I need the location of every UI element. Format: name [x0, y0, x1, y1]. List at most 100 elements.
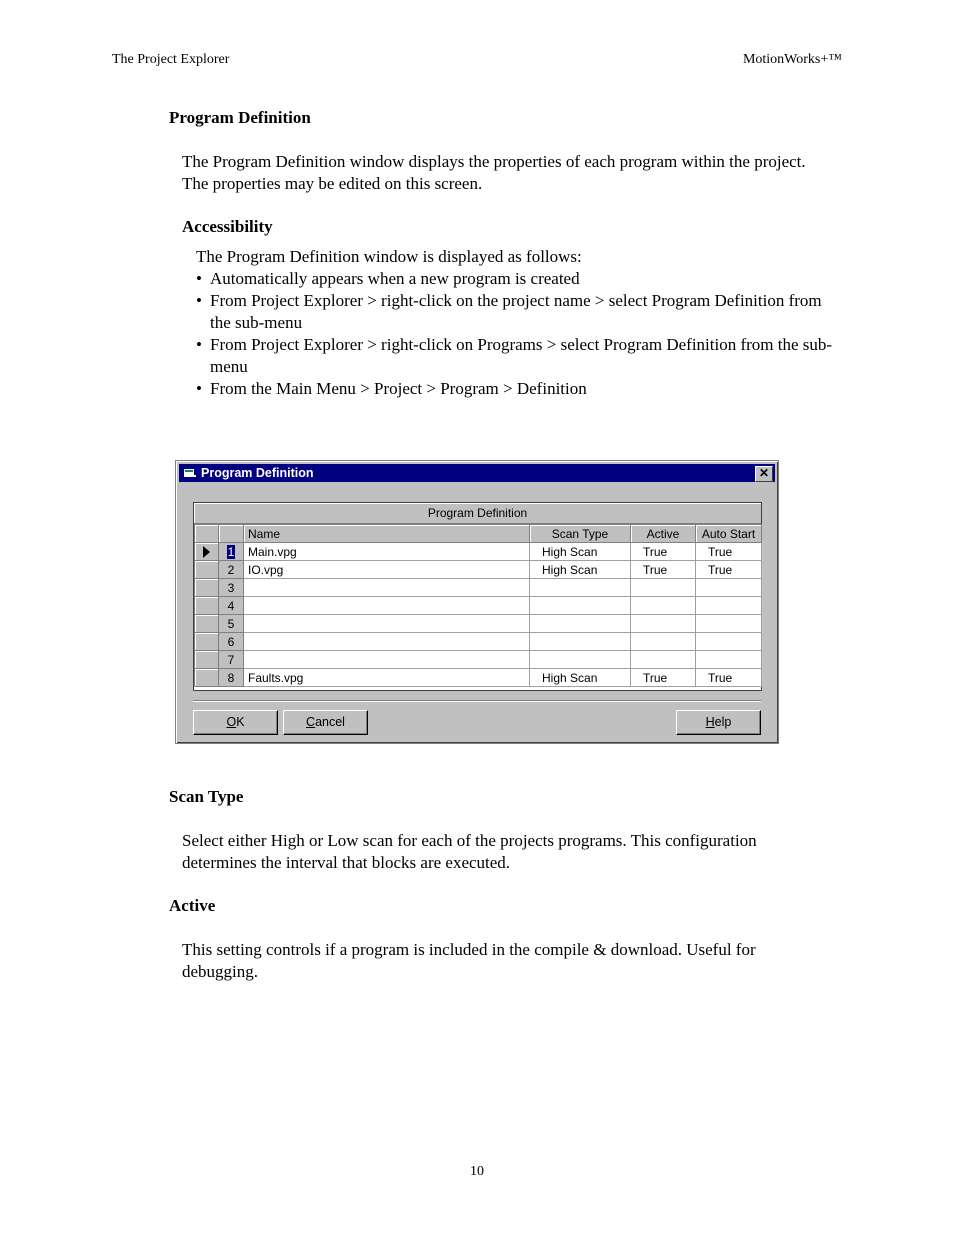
cell-active[interactable]	[630, 614, 696, 633]
cell-scan-type-text: High Scan	[542, 562, 598, 577]
row-number-text: 2	[227, 562, 235, 577]
cell-scan-type[interactable]	[529, 578, 631, 597]
row-number-text: 5	[227, 616, 235, 631]
cell-name[interactable]: IO.vpg	[243, 560, 530, 579]
cell-name[interactable]	[243, 596, 530, 615]
row-number[interactable]: 8	[218, 668, 244, 687]
row-number[interactable]: 6	[218, 632, 244, 651]
dialog-title: Program Definition	[201, 466, 314, 480]
column-header-name[interactable]: Name	[243, 524, 530, 543]
list-item: Automatically appears when a new program…	[196, 268, 846, 290]
cell-scan-type[interactable]	[529, 650, 631, 669]
cell-auto-start-text: True	[708, 562, 733, 577]
cell-active[interactable]: True	[630, 542, 696, 561]
cell-name[interactable]: Main.vpg	[243, 542, 530, 561]
cell-name[interactable]	[243, 632, 530, 651]
cancel-mnemonic: C	[306, 715, 316, 729]
cell-scan-type[interactable]	[529, 632, 631, 651]
row-number[interactable]: 1	[218, 542, 244, 561]
row-number[interactable]: 2	[218, 560, 244, 579]
row-selector[interactable]	[194, 614, 219, 633]
cell-auto-start[interactable]	[695, 632, 762, 651]
column-header-auto-start[interactable]: Auto Start	[695, 524, 762, 543]
cell-active[interactable]	[630, 650, 696, 669]
cell-name-text: IO.vpg	[248, 562, 284, 577]
column-header-scan-type[interactable]: Scan Type	[529, 524, 631, 543]
close-button[interactable]: ✕	[755, 466, 773, 482]
table-row[interactable]: 3	[194, 578, 762, 597]
cell-active[interactable]	[630, 596, 696, 615]
cell-auto-start[interactable]	[695, 596, 762, 615]
program-definition-dialog: Program Definition ✕ Program Definition …	[175, 460, 779, 744]
table-header-row: Name Scan Type Active Auto Start	[194, 524, 762, 543]
cell-name[interactable]: Faults.vpg	[243, 668, 530, 687]
row-number[interactable]: 4	[218, 596, 244, 615]
table-row[interactable]: 4	[194, 596, 762, 615]
window-icon	[184, 469, 196, 477]
row-selector[interactable]	[194, 596, 219, 615]
row-selector[interactable]	[194, 632, 219, 651]
cell-name[interactable]	[243, 614, 530, 633]
cell-auto-start[interactable]: True	[695, 668, 762, 687]
row-selector[interactable]	[194, 578, 219, 597]
cell-auto-start[interactable]: True	[695, 560, 762, 579]
cell-scan-type-text: High Scan	[542, 670, 598, 685]
accessibility-intro: The Program Definition window is display…	[196, 247, 582, 266]
page-number: 10	[470, 1164, 484, 1179]
intro-paragraph: The Program Definition window displays t…	[182, 152, 806, 193]
active-paragraph: This setting controls if a program is in…	[182, 940, 756, 981]
cell-name[interactable]	[243, 578, 530, 597]
cell-active[interactable]	[630, 632, 696, 651]
header-selector	[194, 524, 219, 543]
scan-type-paragraph: Select either High or Low scan for each …	[182, 831, 757, 872]
table-row[interactable]: 6	[194, 632, 762, 651]
cancel-button[interactable]: Cancel	[283, 710, 368, 735]
row-number-text: 3	[227, 580, 235, 595]
row-number-text: 6	[227, 634, 235, 649]
column-header-active[interactable]: Active	[630, 524, 696, 543]
running-header-left: The Project Explorer	[112, 52, 230, 67]
cell-scan-type[interactable]	[529, 614, 631, 633]
cell-active[interactable]	[630, 578, 696, 597]
row-number[interactable]: 7	[218, 650, 244, 669]
cell-active[interactable]: True	[630, 560, 696, 579]
cell-scan-type[interactable]	[529, 596, 631, 615]
table-row[interactable]: 7	[194, 650, 762, 669]
cell-auto-start[interactable]: True	[695, 542, 762, 561]
row-number[interactable]: 5	[218, 614, 244, 633]
row-selector[interactable]	[194, 560, 219, 579]
accessibility-list: Automatically appears when a new program…	[196, 268, 846, 400]
scan-type-title: Scan Type	[169, 787, 244, 806]
table-row[interactable]: 2 IO.vpg High Scan True True	[194, 560, 762, 579]
program-table: Name Scan Type Active Auto Start 1 Main.v…	[194, 524, 762, 687]
ok-button[interactable]: OK	[193, 710, 278, 735]
section-title: Program Definition	[169, 108, 311, 127]
cell-auto-start[interactable]	[695, 614, 762, 633]
cell-active-text: True	[643, 670, 668, 685]
cell-scan-type[interactable]: High Scan	[529, 542, 631, 561]
cell-scan-type[interactable]: High Scan	[529, 668, 631, 687]
header-row-number	[218, 524, 244, 543]
ok-mnemonic: O	[226, 715, 237, 729]
row-selector[interactable]	[194, 668, 219, 687]
table-row[interactable]: 8 Faults.vpg High Scan True True	[194, 668, 762, 687]
program-grid: Program Definition Name Scan Type Active…	[193, 502, 762, 691]
cell-auto-start[interactable]	[695, 578, 762, 597]
table-row[interactable]: 1 Main.vpg High Scan True True	[194, 542, 762, 561]
cell-active[interactable]: True	[630, 668, 696, 687]
table-row[interactable]: 5	[194, 614, 762, 633]
row-number-text: 4	[227, 598, 235, 613]
current-row-arrow-icon	[203, 546, 210, 559]
accessibility-title: Accessibility	[182, 217, 273, 236]
row-number[interactable]: 3	[218, 578, 244, 597]
row-selector[interactable]	[194, 542, 219, 561]
cell-auto-start[interactable]	[695, 650, 762, 669]
cell-name[interactable]	[243, 650, 530, 669]
help-button[interactable]: Help	[676, 710, 761, 735]
ok-label: K	[236, 715, 245, 729]
active-title: Active	[169, 896, 216, 915]
dialog-titlebar[interactable]: Program Definition ✕	[179, 464, 775, 482]
row-selector[interactable]	[194, 650, 219, 669]
grid-caption: Program Definition	[194, 503, 761, 524]
cell-scan-type[interactable]: High Scan	[529, 560, 631, 579]
